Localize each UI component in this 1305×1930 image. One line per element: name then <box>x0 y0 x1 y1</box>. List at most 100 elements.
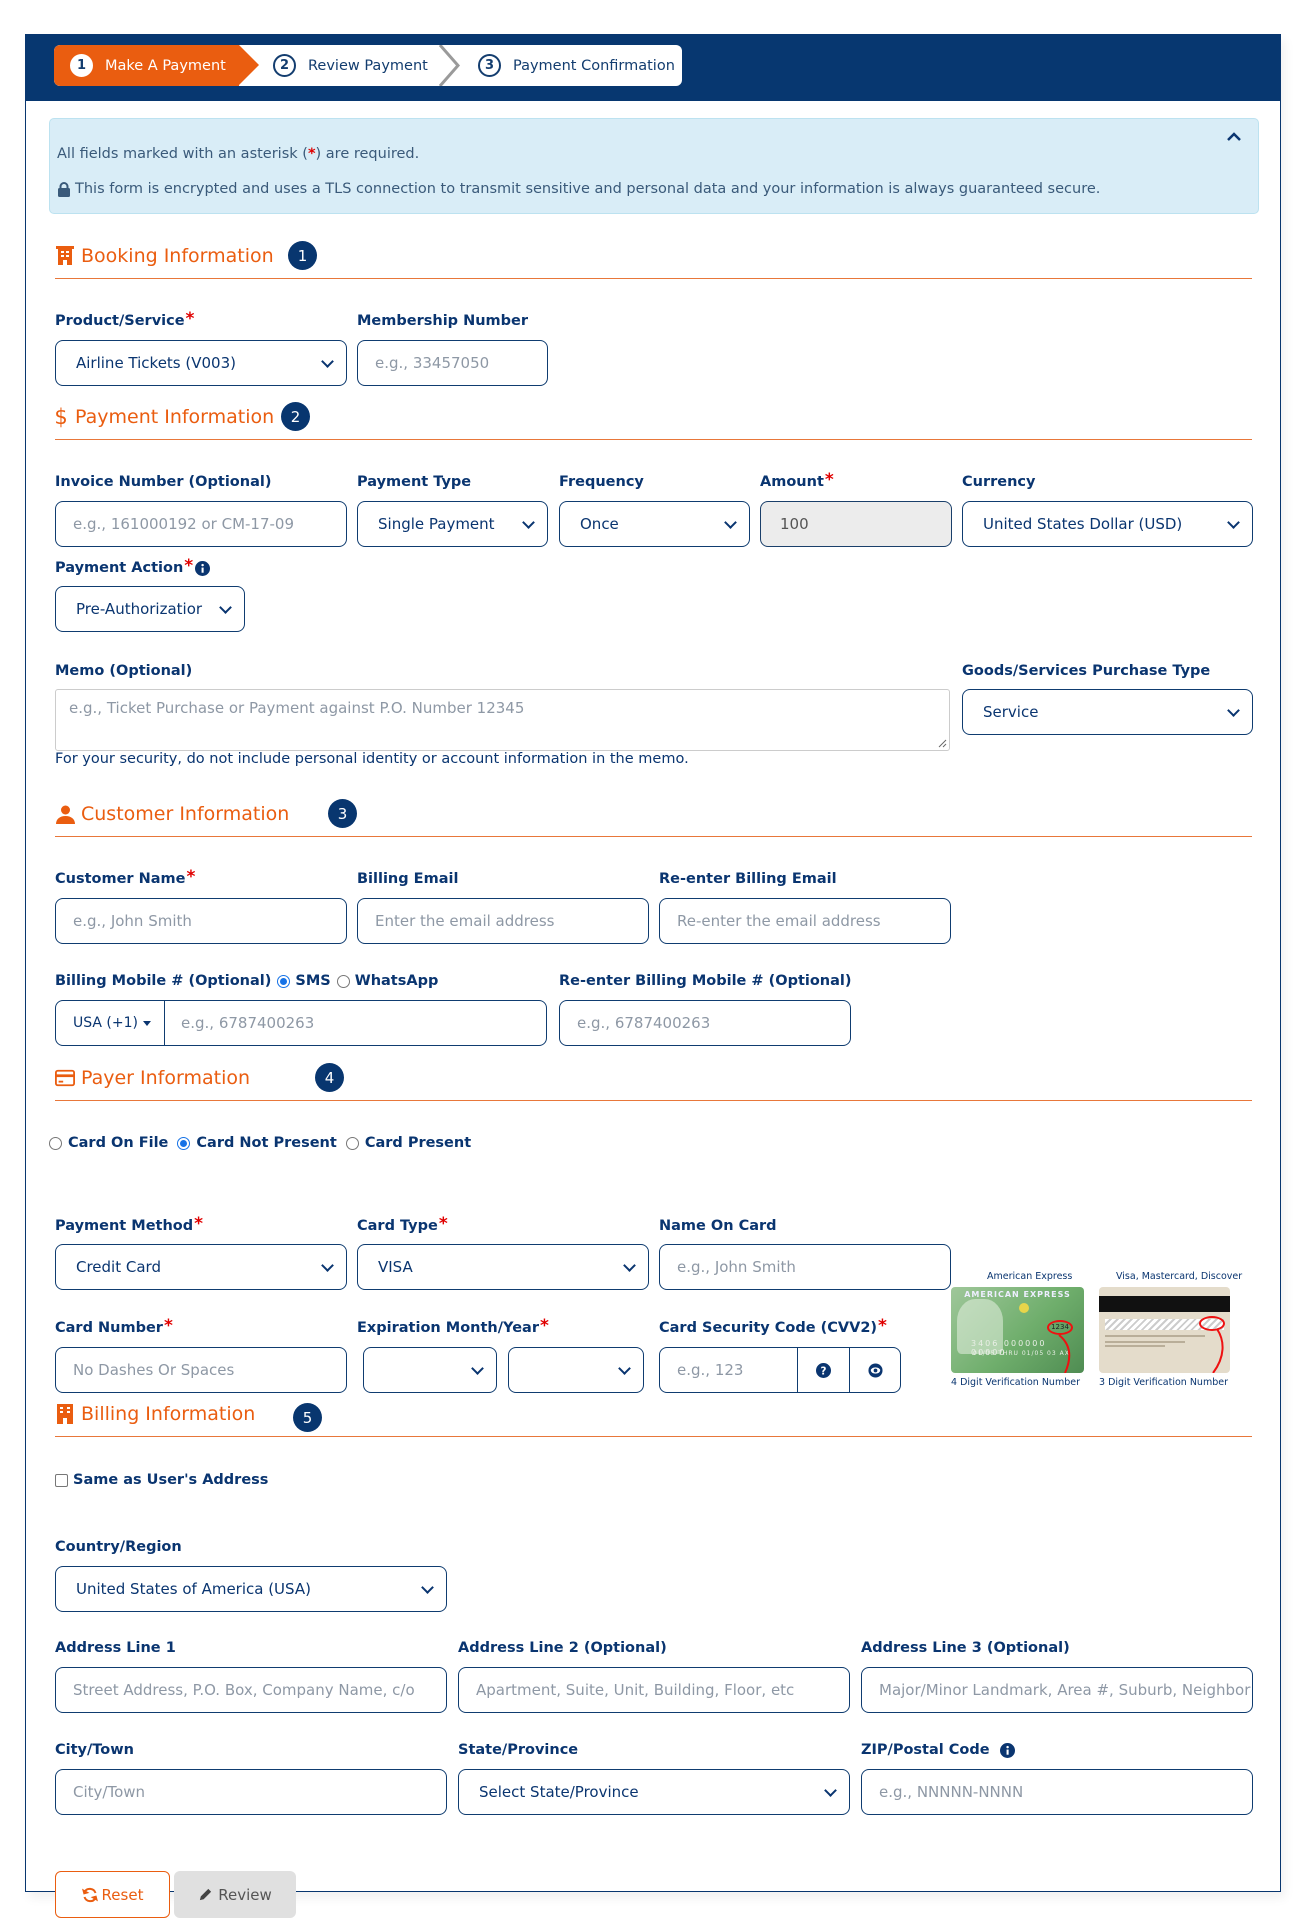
billing-email-input[interactable]: Enter the email address <box>357 898 649 944</box>
payment-type-label: Payment Type <box>357 474 472 490</box>
section-title-text: Customer Information <box>81 803 290 825</box>
step-payment-confirmation: 3 Payment Confirmation <box>444 45 682 86</box>
amex-card-sample-image: AMERICAN EXPRESS 1234 3406 000000 00000 … <box>951 1287 1084 1373</box>
section-title-text: Payer Information <box>81 1067 251 1089</box>
asterisk: * <box>307 146 316 162</box>
sms-radio-label[interactable]: SMS <box>295 973 330 989</box>
section-title-text: Payment Information <box>75 406 275 428</box>
expiration-month-select[interactable] <box>363 1347 497 1393</box>
reenter-billing-mobile-input[interactable]: e.g., 6787400263 <box>559 1000 851 1046</box>
svg-text:?: ? <box>821 1365 827 1377</box>
reenter-billing-email-input[interactable]: Re-enter the email address <box>659 898 951 944</box>
card-type-select[interactable]: VISA <box>357 1244 649 1290</box>
country-region-select[interactable]: United States of America (USA) <box>55 1566 447 1612</box>
review-button[interactable]: Review <box>174 1871 296 1918</box>
amount-label: Amount * <box>760 470 834 491</box>
same-address-checkbox[interactable] <box>55 1473 68 1487</box>
currency-select[interactable]: United States Dollar (USD) <box>962 501 1253 547</box>
billing-email-label: Billing Email <box>357 871 459 887</box>
required-fields-note: All fields marked with an asterisk (*) a… <box>57 146 419 162</box>
info-icon[interactable] <box>999 1742 1015 1758</box>
review-button-label: Review <box>218 1885 272 1904</box>
section-title: Payer Information <box>55 1067 250 1089</box>
caret-down-icon <box>142 1020 151 1026</box>
section-number-badge: 3 <box>328 799 357 828</box>
card-mode-radio-group: Card On File Card Not Present Card Prese… <box>49 1135 480 1151</box>
address-line1-input[interactable]: Street Address, P.O. Box, Company Name, … <box>55 1667 447 1713</box>
memo-security-hint: For your security, do not include person… <box>55 751 689 767</box>
reenter-billing-mobile-label: Re-enter Billing Mobile # (Optional) <box>559 973 852 989</box>
cvv-input[interactable]: e.g., 123 <box>660 1348 798 1392</box>
card-on-file-radio[interactable] <box>49 1136 62 1150</box>
refresh-icon <box>81 1887 98 1902</box>
frequency-label: Frequency <box>559 474 644 490</box>
section-header-booking: Booking Information 1 <box>55 239 1252 279</box>
address-line2-input[interactable]: Apartment, Suite, Unit, Building, Floor,… <box>458 1667 850 1713</box>
payment-method-label: Payment Method * <box>55 1214 204 1235</box>
card-present-radio[interactable] <box>345 1136 359 1150</box>
expiration-year-select[interactable] <box>508 1347 644 1393</box>
pencil-icon <box>200 1888 212 1901</box>
address-line2-label: Address Line 2 (Optional) <box>458 1640 667 1656</box>
section-header-payment: $ Payment Information 2 <box>54 400 1252 440</box>
city-town-label: City/Town <box>55 1742 134 1758</box>
invoice-number-input[interactable]: e.g., 161000192 or CM-17-09 <box>55 501 347 547</box>
card-not-present-label[interactable]: Card Not Present <box>196 1135 336 1151</box>
state-province-select[interactable]: Select State/Province <box>458 1769 850 1815</box>
card-number-input[interactable]: No Dashes Or Spaces <box>55 1347 347 1393</box>
dollar-icon: $ <box>54 405 68 429</box>
customer-name-input[interactable]: e.g., John Smith <box>55 898 347 944</box>
section-title-text: Billing Information <box>81 1403 256 1425</box>
section-title: Booking Information <box>55 245 274 267</box>
amex-verification-caption: 4 Digit Verification Number <box>951 1377 1080 1388</box>
card-type-label: Card Type * <box>357 1214 448 1235</box>
frequency-select[interactable]: Once <box>559 501 750 547</box>
card-not-present-radio[interactable] <box>177 1136 191 1150</box>
memo-label: Memo (Optional) <box>55 663 193 679</box>
reset-button[interactable]: Reset <box>55 1871 170 1918</box>
card-on-file-label[interactable]: Card On File <box>68 1135 168 1151</box>
sms-radio[interactable] <box>277 974 291 988</box>
step-make-payment: 1 Make A Payment <box>54 45 259 86</box>
amount-input[interactable]: 100 <box>760 501 952 547</box>
section-title: $ Payment Information <box>54 405 275 429</box>
billing-mobile-label-row: Billing Mobile # (Optional) SMS WhatsApp <box>55 973 447 989</box>
membership-number-input[interactable]: e.g., 33457050 <box>357 340 548 386</box>
header-band: 1 Make A Payment 2 Review Payment 3 Paym… <box>26 35 1280 101</box>
cvv-toggle-visibility-button[interactable] <box>850 1348 900 1392</box>
progress-stepper: 1 Make A Payment 2 Review Payment 3 Paym… <box>54 45 682 86</box>
cvv-label: Card Security Code (CVV2) * <box>659 1316 887 1337</box>
address-line3-input[interactable]: Major/Minor Landmark, Area #, Suburb, Ne… <box>861 1667 1253 1713</box>
city-town-input[interactable]: City/Town <box>55 1769 447 1815</box>
chevron-up-icon[interactable] <box>1222 125 1246 149</box>
section-title: Billing Information <box>55 1403 255 1425</box>
memo-textarea[interactable]: e.g., Ticket Purchase or Payment against… <box>55 689 950 751</box>
resize-handle-icon[interactable] <box>937 738 947 748</box>
billing-mobile-input[interactable]: e.g., 6787400263 <box>165 1014 314 1032</box>
country-region-label: Country/Region <box>55 1539 182 1555</box>
step-label: Make A Payment <box>105 57 226 74</box>
zip-postal-input[interactable]: e.g., NNNNN-NNNN <box>861 1769 1253 1815</box>
payment-method-select[interactable]: Credit Card <box>55 1244 347 1290</box>
section-header-payer: Payer Information 4 <box>55 1061 1252 1101</box>
encryption-note: This form is encrypted and uses a TLS co… <box>57 181 1100 197</box>
cvv-help-button[interactable]: ? <box>798 1348 850 1392</box>
step-number: 2 <box>273 54 296 77</box>
whatsapp-radio-label[interactable]: WhatsApp <box>355 973 439 989</box>
step-separator-chevron <box>438 45 460 86</box>
same-address-row: Same as User's Address <box>55 1472 277 1488</box>
product-service-select[interactable]: Airline Tickets (V003) <box>55 340 347 386</box>
visa-card-back-sample-image <box>1099 1287 1230 1373</box>
payment-action-select[interactable]: Pre-Authorizatior <box>55 586 245 632</box>
zip-postal-label: ZIP/Postal Code <box>861 1742 1015 1758</box>
card-present-label[interactable]: Card Present <box>365 1135 471 1151</box>
section-number-badge: 4 <box>315 1063 344 1092</box>
name-on-card-input[interactable]: e.g., John Smith <box>659 1244 951 1290</box>
info-icon[interactable] <box>195 560 211 576</box>
note-text: This form is encrypted and uses a TLS co… <box>75 181 1101 197</box>
country-code-dropdown[interactable]: USA (+1) <box>56 1001 165 1045</box>
whatsapp-radio[interactable] <box>336 974 350 988</box>
same-address-label[interactable]: Same as User's Address <box>73 1472 268 1488</box>
payment-type-select[interactable]: Single Payment <box>357 501 548 547</box>
purchase-type-select[interactable]: Service <box>962 689 1253 735</box>
